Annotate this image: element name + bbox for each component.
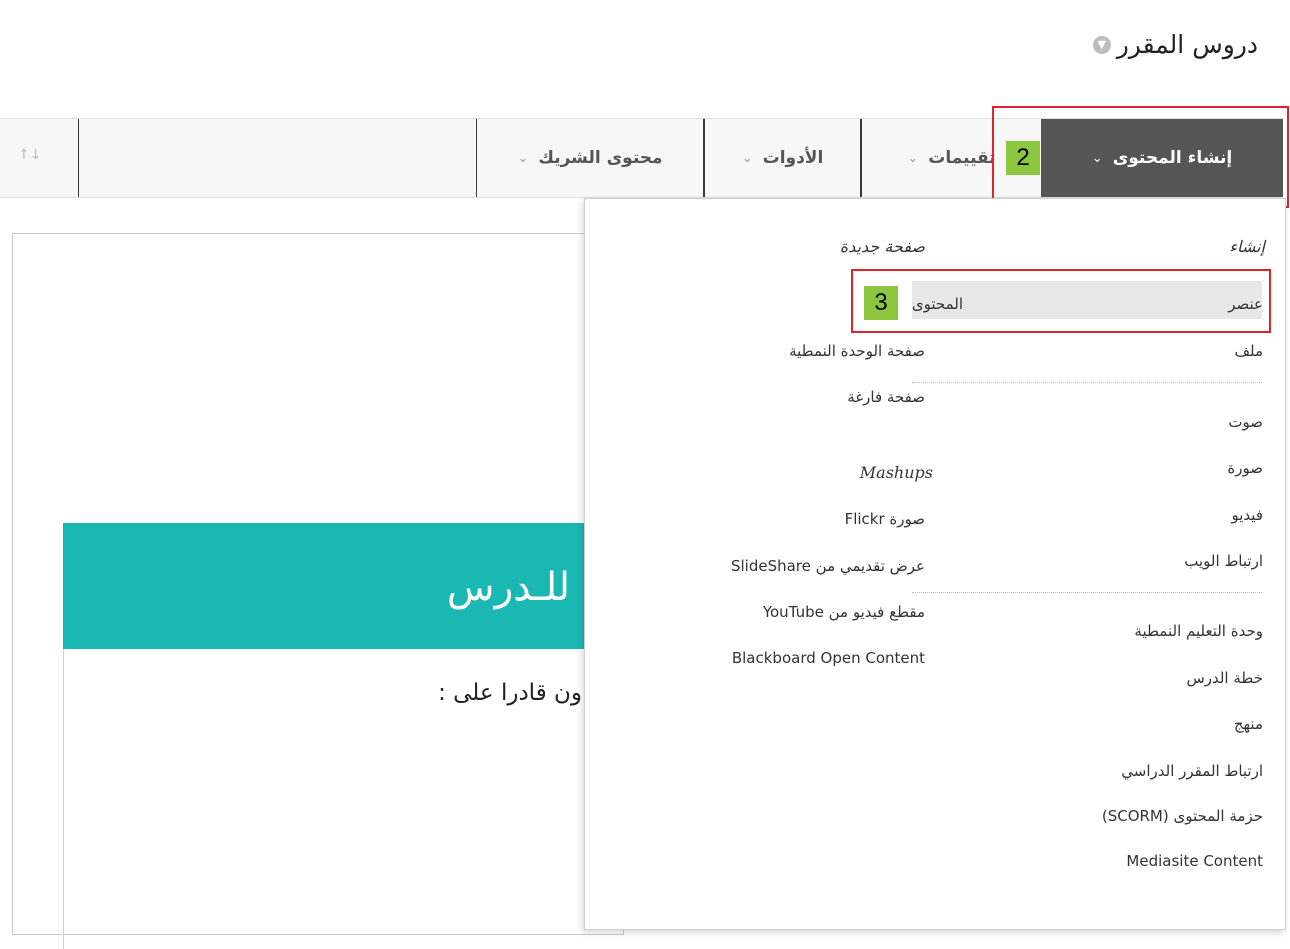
- menu-divider: [912, 382, 1262, 383]
- chevron-down-icon: ⌄: [907, 150, 919, 166]
- menu-item-video[interactable]: فيديو: [1232, 506, 1264, 524]
- menu-divider: [912, 592, 1262, 593]
- menu-item-lesson-plan[interactable]: خطة الدرس: [1186, 669, 1263, 687]
- menu-item-audio[interactable]: صوت: [1228, 413, 1263, 431]
- tools-label: الأدوات: [762, 148, 824, 168]
- menu-item-slideshare[interactable]: عرض تقديمي من SlideShare: [731, 557, 925, 575]
- mashups-heading: Mashups: [859, 463, 933, 482]
- lesson-banner-text: للـدرس: [446, 565, 570, 610]
- menu-item-file[interactable]: ملف: [1234, 342, 1263, 360]
- title-dropdown-icon[interactable]: ▼: [1092, 35, 1111, 54]
- menu-item-blank-page[interactable]: صفحة فارغة: [847, 388, 925, 406]
- step-badge-2: 2: [1006, 141, 1040, 175]
- page-title: دروس المقرر ▼: [1092, 30, 1258, 59]
- menu-item-mediasite[interactable]: Mediasite Content: [1126, 852, 1263, 870]
- tools-button[interactable]: الأدوات ⌄: [705, 119, 862, 197]
- menu-item-learning-module[interactable]: وحدة التعليم النمطية: [1134, 622, 1263, 640]
- menu-item-youtube[interactable]: مقطع فيديو من YouTube: [763, 603, 925, 621]
- action-bar-divider: [78, 119, 79, 197]
- menu-item-scorm[interactable]: حزمة المحتوى (SCORM): [1102, 807, 1263, 825]
- menu-item-syllabus[interactable]: منهج: [1234, 715, 1263, 733]
- menu-item-flickr[interactable]: صورة Flickr: [845, 510, 925, 528]
- page-title-text: دروس المقرر: [1116, 30, 1258, 59]
- menu-item-module-page[interactable]: صفحة الوحدة النمطية: [789, 342, 925, 360]
- chevron-down-icon: ⌄: [517, 150, 529, 166]
- create-heading: إنشاء: [1229, 237, 1265, 256]
- menu-item-image[interactable]: صورة: [1227, 459, 1263, 477]
- menu-item-blackboard-open[interactable]: Blackboard Open Content: [732, 649, 925, 667]
- chevron-down-icon: ⌄: [741, 150, 753, 166]
- lesson-body-text: ون قادرا على :: [438, 680, 582, 706]
- partner-content-label: محتوى الشريك: [538, 148, 663, 168]
- assessments-label: تقييمات: [928, 148, 996, 168]
- highlight-box-item: [851, 269, 1271, 333]
- new-page-heading: صفحة جديدة: [839, 237, 925, 256]
- sort-icon[interactable]: ↑↓: [18, 147, 41, 163]
- partner-content-button[interactable]: محتوى الشريك ⌄: [476, 119, 705, 197]
- menu-item-web-link[interactable]: ارتباط الويب: [1184, 552, 1263, 570]
- step-badge-3: 3: [864, 286, 898, 320]
- menu-item-course-link[interactable]: ارتباط المقرر الدراسي: [1121, 762, 1263, 780]
